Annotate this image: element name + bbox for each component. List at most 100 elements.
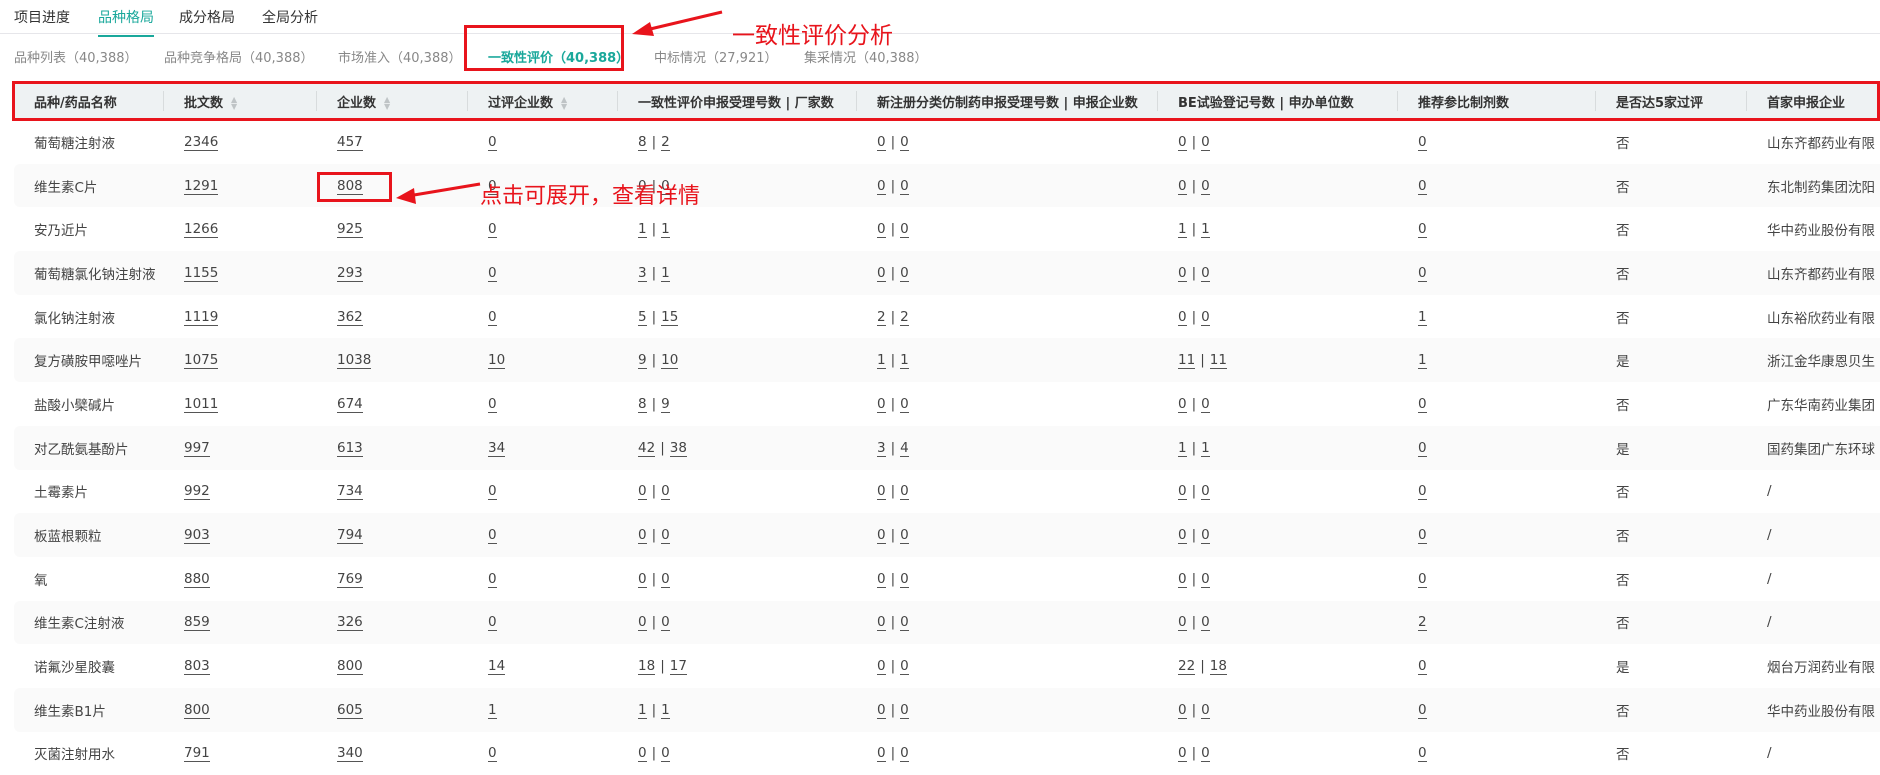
count-link[interactable]: 0 bbox=[1178, 701, 1187, 719]
count-link[interactable]: 0 bbox=[1178, 614, 1187, 632]
count-link[interactable]: 0 bbox=[1201, 570, 1210, 588]
count-link[interactable]: 0 bbox=[1178, 570, 1187, 588]
count-link[interactable]: 0 bbox=[1178, 264, 1187, 282]
count-link[interactable]: 0 bbox=[488, 221, 497, 239]
count-link[interactable]: 925 bbox=[337, 221, 363, 239]
count-link[interactable]: 0 bbox=[488, 264, 497, 282]
count-link[interactable]: 0 bbox=[900, 527, 909, 545]
count-link[interactable]: 903 bbox=[184, 527, 210, 545]
count-link[interactable]: 18 bbox=[638, 658, 656, 676]
count-link[interactable]: 1 bbox=[1418, 308, 1427, 326]
count-link[interactable]: 1155 bbox=[184, 264, 219, 282]
count-link[interactable]: 0 bbox=[488, 614, 497, 632]
count-link[interactable]: 293 bbox=[337, 264, 363, 282]
count-link[interactable]: 22 bbox=[1178, 658, 1196, 676]
subtab-market-access[interactable]: 市场准入（40,388） bbox=[338, 47, 462, 66]
count-link[interactable]: 1 bbox=[638, 701, 647, 719]
count-link[interactable]: 0 bbox=[1418, 701, 1427, 719]
count-link[interactable]: 10 bbox=[488, 352, 506, 370]
count-link[interactable]: 1 bbox=[1201, 439, 1210, 457]
count-link[interactable]: 3 bbox=[638, 264, 647, 282]
subtab-variety-competition[interactable]: 品种竞争格局（40,388） bbox=[164, 47, 314, 66]
count-link[interactable]: 326 bbox=[337, 614, 363, 632]
count-link[interactable]: 0 bbox=[900, 221, 909, 239]
count-link[interactable]: 0 bbox=[488, 745, 497, 763]
count-link[interactable]: 0 bbox=[1418, 439, 1427, 457]
count-link[interactable]: 0 bbox=[488, 527, 497, 545]
count-link[interactable]: 800 bbox=[184, 701, 210, 719]
count-link[interactable]: 362 bbox=[337, 308, 363, 326]
count-link[interactable]: 1 bbox=[661, 264, 670, 282]
count-link[interactable]: 0 bbox=[877, 221, 886, 239]
count-link[interactable]: 0 bbox=[488, 483, 497, 501]
count-link[interactable]: 0 bbox=[877, 658, 886, 676]
count-link[interactable]: 0 bbox=[1178, 177, 1187, 195]
count-link[interactable]: 880 bbox=[184, 570, 210, 588]
count-link[interactable]: 2 bbox=[877, 308, 886, 326]
count-link[interactable]: 0 bbox=[1201, 527, 1210, 545]
count-link[interactable]: 0 bbox=[900, 745, 909, 763]
count-link[interactable]: 340 bbox=[337, 745, 363, 763]
count-link[interactable]: 0 bbox=[661, 483, 670, 501]
count-link[interactable]: 0 bbox=[638, 570, 647, 588]
count-link[interactable]: 1038 bbox=[337, 352, 372, 370]
count-link[interactable]: 0 bbox=[1418, 133, 1427, 151]
count-link[interactable]: 0 bbox=[488, 570, 497, 588]
count-link[interactable]: 1291 bbox=[184, 177, 219, 195]
count-link[interactable]: 0 bbox=[877, 745, 886, 763]
count-link[interactable]: 0 bbox=[1201, 177, 1210, 195]
count-link[interactable]: 0 bbox=[661, 570, 670, 588]
count-link[interactable]: 18 bbox=[1209, 658, 1227, 676]
count-link[interactable]: 800 bbox=[337, 658, 363, 676]
count-link[interactable]: 1 bbox=[877, 352, 886, 370]
count-link[interactable]: 0 bbox=[1201, 264, 1210, 282]
count-link[interactable]: 605 bbox=[337, 701, 363, 719]
count-link[interactable]: 803 bbox=[184, 658, 210, 676]
count-link[interactable]: 2 bbox=[900, 308, 909, 326]
count-link[interactable]: 0 bbox=[1178, 308, 1187, 326]
count-link[interactable]: 10 bbox=[661, 352, 679, 370]
count-link[interactable]: 0 bbox=[638, 483, 647, 501]
count-link[interactable]: 0 bbox=[1418, 221, 1427, 239]
count-link[interactable]: 0 bbox=[638, 745, 647, 763]
count-link[interactable]: 0 bbox=[1418, 177, 1427, 195]
count-link[interactable]: 0 bbox=[877, 701, 886, 719]
count-link[interactable]: 0 bbox=[1201, 483, 1210, 501]
count-link[interactable]: 992 bbox=[184, 483, 210, 501]
count-link[interactable]: 0 bbox=[900, 133, 909, 151]
count-link[interactable]: 791 bbox=[184, 745, 210, 763]
count-link[interactable]: 0 bbox=[877, 133, 886, 151]
count-link[interactable]: 1011 bbox=[184, 395, 219, 413]
count-link[interactable]: 9 bbox=[638, 352, 647, 370]
count-link[interactable]: 0 bbox=[1201, 133, 1210, 151]
count-link[interactable]: 9 bbox=[661, 395, 670, 413]
count-link[interactable]: 457 bbox=[337, 133, 363, 151]
count-link[interactable]: 14 bbox=[488, 658, 506, 676]
count-link[interactable]: 0 bbox=[900, 570, 909, 588]
count-link[interactable]: 34 bbox=[488, 439, 506, 457]
count-link[interactable]: 8 bbox=[638, 133, 647, 151]
count-link[interactable]: 2 bbox=[661, 133, 670, 151]
count-link[interactable]: 0 bbox=[900, 483, 909, 501]
count-link[interactable]: 0 bbox=[638, 614, 647, 632]
count-link[interactable]: 0 bbox=[1178, 527, 1187, 545]
count-link[interactable]: 0 bbox=[877, 570, 886, 588]
count-link[interactable]: 0 bbox=[1201, 395, 1210, 413]
count-link[interactable]: 734 bbox=[337, 483, 363, 501]
count-link[interactable]: 2 bbox=[1418, 614, 1427, 632]
count-link[interactable]: 0 bbox=[1418, 658, 1427, 676]
count-link[interactable]: 0 bbox=[900, 264, 909, 282]
tab-project-progress[interactable]: 项目进度 bbox=[14, 7, 70, 35]
count-link[interactable]: 0 bbox=[900, 614, 909, 632]
count-link[interactable]: 0 bbox=[877, 395, 886, 413]
count-link[interactable]: 1 bbox=[638, 221, 647, 239]
count-link[interactable]: 1 bbox=[1178, 439, 1187, 457]
count-link[interactable]: 674 bbox=[337, 395, 363, 413]
tab-ingredient-pattern[interactable]: 成分格局 bbox=[179, 7, 235, 35]
count-link[interactable]: 0 bbox=[661, 614, 670, 632]
count-link[interactable]: 0 bbox=[1418, 264, 1427, 282]
count-link[interactable]: 0 bbox=[877, 614, 886, 632]
count-link[interactable]: 794 bbox=[337, 527, 363, 545]
count-link[interactable]: 0 bbox=[1418, 745, 1427, 763]
count-link[interactable]: 4 bbox=[900, 439, 909, 457]
